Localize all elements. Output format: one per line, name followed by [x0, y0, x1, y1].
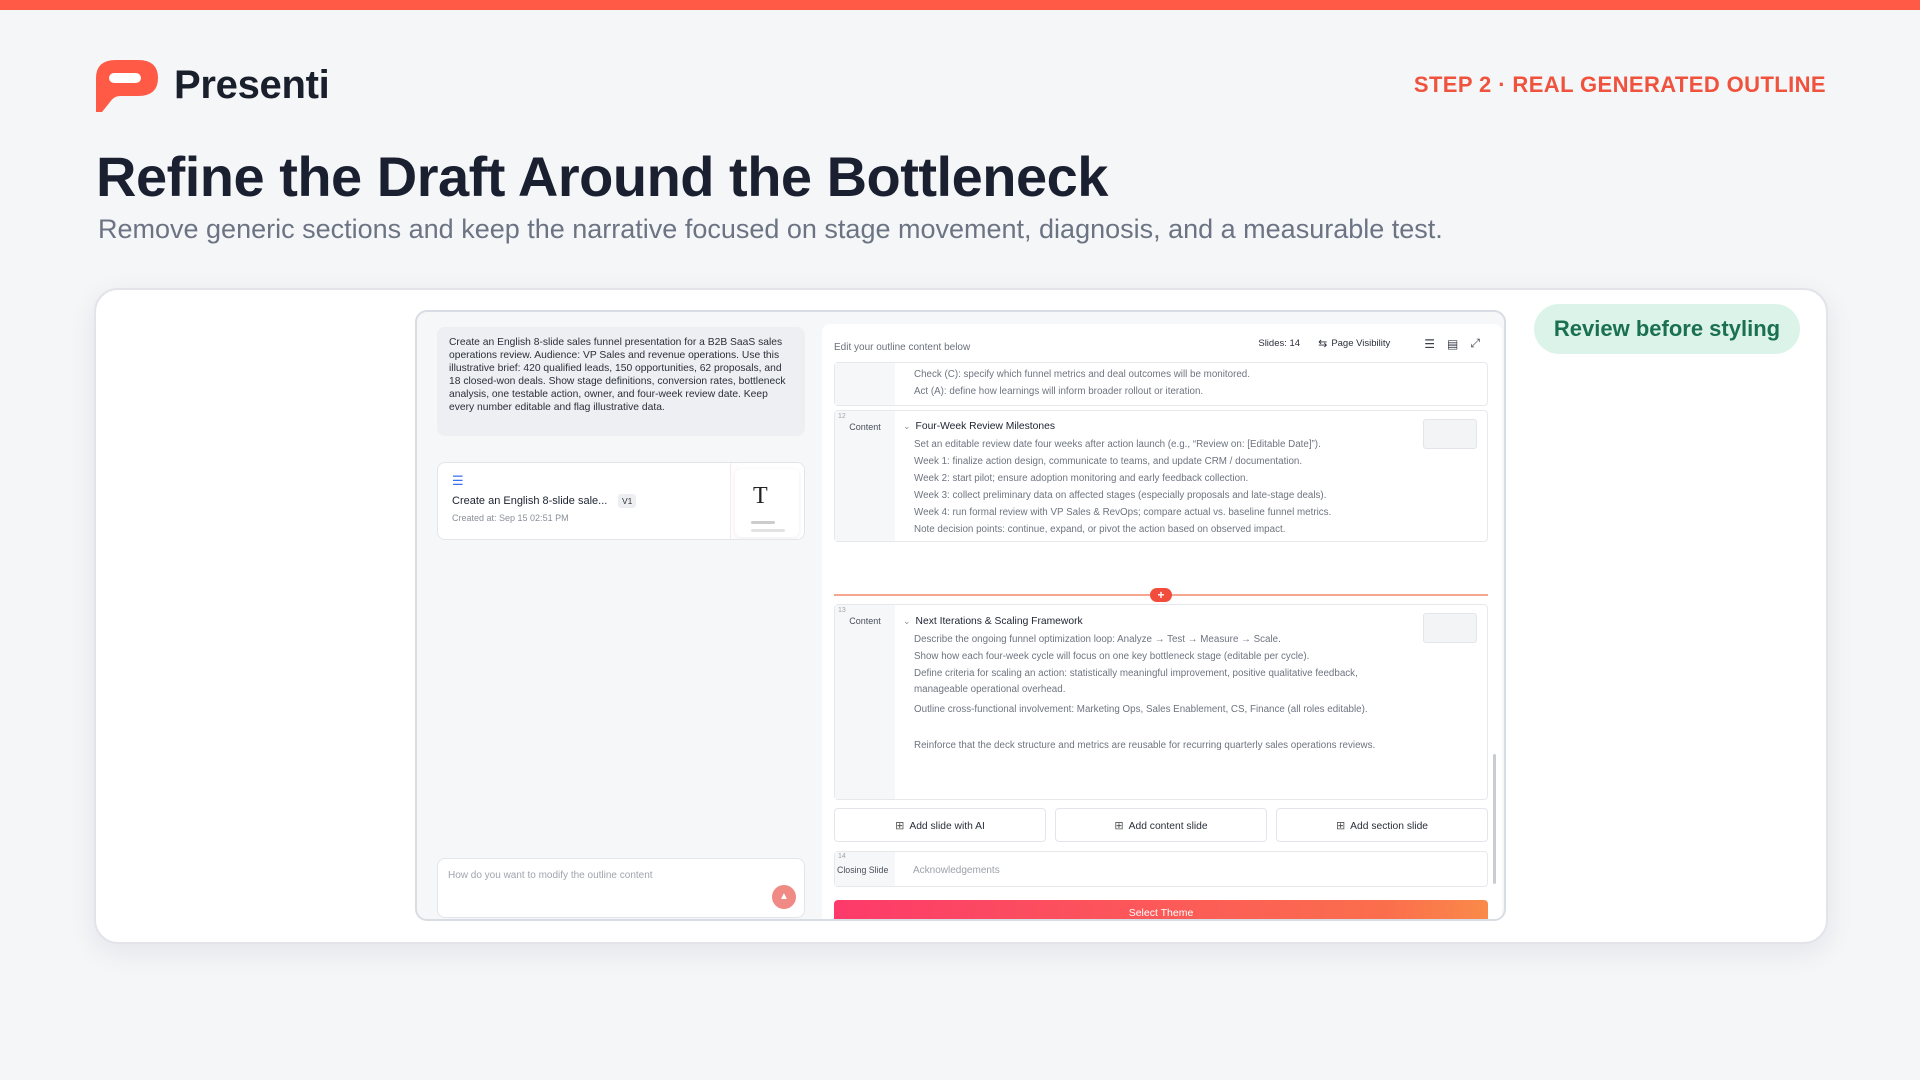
modify-outline-input[interactable]	[448, 867, 748, 883]
slide-layout-thumbnail[interactable]	[1423, 613, 1477, 643]
slides-count: Slides: 14	[1258, 338, 1301, 349]
closing-slide-title[interactable]: Acknowledgements	[913, 865, 1000, 876]
outline-bullet[interactable]: Describe the ongoing funnel optimization…	[914, 632, 1414, 648]
sliders-icon: ⇆	[1318, 338, 1328, 350]
slide-type: Content	[849, 616, 881, 626]
select-theme-button[interactable]: Select Theme	[834, 900, 1488, 919]
collapse-all-icon[interactable]: ☰	[1424, 337, 1435, 351]
slide-number: 14	[838, 853, 846, 860]
presenti-logo-icon	[96, 60, 158, 112]
add-slide-icon: ⊞	[895, 820, 905, 832]
slide-title[interactable]: ⌄ Four-Week Review Milestones	[903, 421, 1055, 432]
add-section-slide-button[interactable]: ⊞ Add section slide	[1276, 808, 1488, 842]
text-slide-icon: T	[753, 483, 768, 509]
review-badge: Review before styling	[1534, 304, 1800, 354]
slide-number: 13	[838, 607, 846, 614]
outline-bullet[interactable]: Reinforce that the deck structure and me…	[914, 738, 1414, 754]
outline-bullet[interactable]: Outline cross-functional involvement: Ma…	[914, 702, 1414, 718]
outline-header: Edit your outline content below	[834, 342, 971, 353]
outline-slide-13[interactable]: 13 Content ⌄ Next Iterations & Scaling Fr…	[834, 604, 1488, 800]
outline-toolbar: Slides: 14 ⇆ Page Visibility ☰ ▤ ⤢	[1258, 336, 1480, 351]
modify-outline-box: ▲	[437, 858, 805, 918]
outline-scrollbar[interactable]	[1493, 754, 1496, 884]
slide-layout-thumbnail[interactable]	[1423, 419, 1477, 449]
outline-slide-12[interactable]: 12 Content ⌄ Four-Week Review Milestones …	[834, 410, 1488, 542]
add-slide-icon: ⊞	[1114, 820, 1124, 832]
chevron-down-icon[interactable]: ⌄	[903, 616, 911, 626]
slide-title[interactable]: ⌄ Next Iterations & Scaling Framework	[903, 616, 1083, 627]
outline-slide-11[interactable]: Check (C): specify which funnel metrics …	[834, 362, 1488, 406]
chevron-down-icon[interactable]: ⌄	[903, 421, 911, 431]
add-slide-icon: ⊞	[1335, 820, 1346, 832]
arrow-up-icon: ▲	[779, 891, 789, 902]
prompt-message: Create an English 8-slide sales funnel p…	[437, 327, 805, 436]
outline-bullet[interactable]: Check (C): specify which funnel metrics …	[914, 367, 1414, 383]
page-visibility-button[interactable]: ⇆ Page Visibility	[1318, 337, 1390, 350]
expand-icon[interactable]: ⤢	[1470, 336, 1480, 351]
outline-bullet[interactable]: Define criteria for scaling an action: s…	[914, 666, 1414, 698]
list-view-icon[interactable]: ▤	[1447, 337, 1458, 351]
outline-version-card[interactable]: ☰ Create an English 8-slide sale... V1 C…	[437, 462, 805, 540]
top-accent-bar	[0, 0, 1920, 10]
slide-type: Closing Slide	[837, 865, 889, 875]
slide-number: 12	[838, 413, 846, 420]
outline-slide-14[interactable]: 14 Closing Slide Acknowledgements	[834, 851, 1488, 887]
outline-bullet[interactable]: Note decision points: continue, expand, …	[914, 522, 1414, 538]
outline-editor: Edit your outline content below Slides: …	[822, 324, 1502, 919]
outline-bullet[interactable]: Week 3: collect preliminary data on affe…	[914, 488, 1414, 504]
version-title: Create an English 8-slide sale...	[452, 495, 608, 507]
version-badge: V1	[618, 494, 637, 508]
version-thumbnail: T	[730, 463, 804, 539]
brand-name: Presenti	[174, 62, 330, 107]
version-date: Created at: Sep 15 02:51 PM	[452, 513, 569, 523]
add-content-slide-button[interactable]: ⊞ Add content slide	[1055, 808, 1267, 842]
outline-bullet[interactable]: Set an editable review date four weeks a…	[914, 437, 1414, 453]
send-button[interactable]: ▲	[772, 885, 796, 909]
outline-doc-icon: ☰	[452, 473, 464, 488]
page-title: Refine the Draft Around the Bottleneck	[96, 145, 1108, 208]
app-window: Create an English 8-slide sales funnel p…	[415, 310, 1506, 921]
outline-bullet[interactable]: Week 2: start pilot; ensure adoption mon…	[914, 471, 1414, 487]
page-visibility-label: Page Visibility	[1331, 338, 1391, 349]
outline-bullet[interactable]: Act (A): define how learnings will infor…	[914, 384, 1414, 400]
slide-type: Content	[849, 422, 881, 432]
step-label: STEP 2 · REAL GENERATED OUTLINE	[1413, 72, 1826, 97]
insert-slide-button[interactable]: +	[1150, 588, 1172, 602]
outline-bullet[interactable]: Week 4: run formal review with VP Sales …	[914, 505, 1414, 521]
brand-logo: Presenti	[92, 58, 330, 112]
page-subtitle: Remove generic sections and keep the nar…	[98, 214, 1443, 244]
outline-bullet[interactable]: Show how each four-week cycle will focus…	[914, 649, 1414, 665]
add-slide-with-ai-button[interactable]: ⊞ Add slide with AI	[834, 808, 1046, 842]
outline-bullet[interactable]: Week 1: finalize action design, communic…	[914, 454, 1414, 470]
